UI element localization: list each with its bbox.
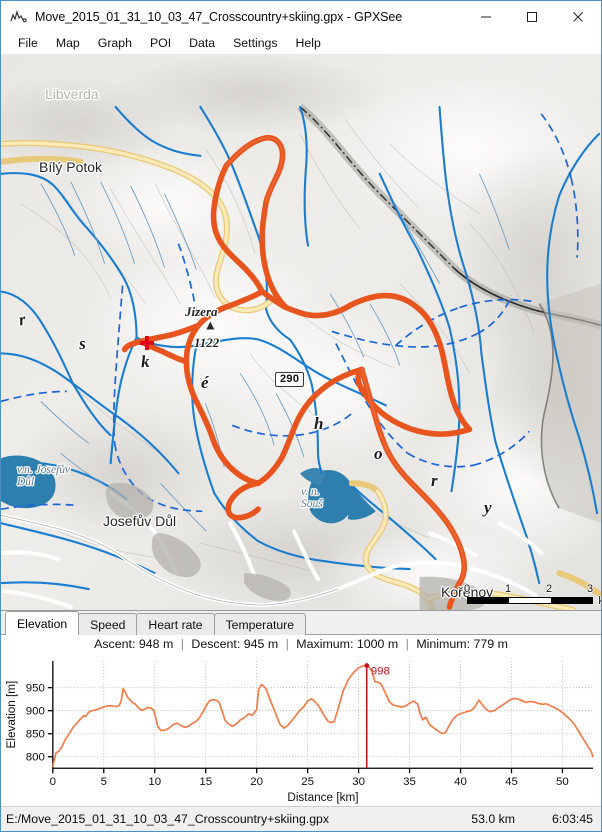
title-bar: Move_2015_01_31_10_03_47_Crosscountry+sk…	[1, 1, 601, 32]
svg-text:998: 998	[371, 666, 390, 678]
status-file-path: E:/Move_2015_01_31_10_03_47_Crosscountry…	[6, 812, 330, 826]
menu-item-file[interactable]: File	[9, 33, 47, 54]
graph-tabbar: Elevation Speed Heart rate Temperature	[1, 611, 601, 635]
menu-item-poi[interactable]: POI	[141, 33, 180, 54]
maximize-button[interactable]	[509, 1, 555, 32]
summary-separator-3: |	[405, 637, 409, 651]
svg-text:15: 15	[199, 776, 212, 788]
svg-text:45: 45	[505, 776, 518, 788]
summary-separator-2: |	[285, 637, 289, 651]
menu-bar: File Map Graph POI Data Settings Help	[1, 32, 601, 54]
svg-text:0: 0	[50, 776, 56, 788]
tab-temperature[interactable]: Temperature	[213, 613, 307, 635]
close-button[interactable]	[555, 1, 601, 32]
svg-text:900: 900	[26, 706, 45, 718]
graph-panel: Elevation Speed Heart rate Temperature A…	[1, 611, 601, 806]
svg-text:10: 10	[148, 776, 161, 788]
summary-separator-1: |	[180, 637, 184, 651]
svg-text:50: 50	[556, 776, 569, 788]
window-title: Move_2015_01_31_10_03_47_Crosscountry+sk…	[35, 9, 403, 24]
summary-ascent: Ascent: 948 m	[94, 637, 174, 651]
tab-elevation[interactable]: Elevation	[5, 611, 80, 635]
map-view[interactable]: Libverda Bílý Potok Jizera 1122 Josefův …	[1, 54, 601, 611]
status-distance: 53.0 km	[471, 812, 515, 826]
svg-text:25: 25	[301, 776, 314, 788]
svg-text:800: 800	[26, 752, 45, 764]
summary-minimum: Minimum: 779 m	[416, 637, 508, 651]
menu-item-data[interactable]: Data	[180, 33, 224, 54]
tab-speed[interactable]: Speed	[78, 613, 138, 635]
minimize-button[interactable]	[463, 1, 509, 32]
svg-text:850: 850	[26, 729, 45, 741]
gpxsee-track-icon	[9, 7, 29, 27]
tab-heart-rate[interactable]: Heart rate	[136, 613, 215, 635]
svg-text:950: 950	[26, 683, 45, 695]
menu-item-help[interactable]: Help	[287, 33, 330, 54]
elevation-plot[interactable]: 800 850 900 950 0 5 10 15 20 25 30 35 40 45 50 Distance…	[1, 655, 601, 806]
menu-item-graph[interactable]: Graph	[89, 33, 141, 54]
window-controls	[463, 1, 601, 32]
graph-area[interactable]: Ascent: 948 m | Descent: 945 m | Maximum…	[1, 635, 601, 806]
svg-text:35: 35	[403, 776, 416, 788]
svg-text:20: 20	[250, 776, 263, 788]
map-tiles	[1, 54, 601, 610]
svg-text:Elevation [m]: Elevation [m]	[5, 681, 18, 749]
svg-text:30: 30	[352, 776, 365, 788]
summary-descent: Descent: 945 m	[191, 637, 279, 651]
menu-item-settings[interactable]: Settings	[224, 33, 286, 54]
poi-marker-cross[interactable]	[140, 336, 154, 350]
status-bar: E:/Move_2015_01_31_10_03_47_Crosscountry…	[1, 806, 601, 831]
gpxsee-window: Move_2015_01_31_10_03_47_Crosscountry+sk…	[0, 0, 602, 832]
svg-text:5: 5	[101, 776, 107, 788]
summary-maximum: Maximum: 1000 m	[296, 637, 399, 651]
status-time: 6:03:45	[551, 812, 593, 826]
svg-text:40: 40	[454, 776, 467, 788]
svg-text:Distance [km]: Distance [km]	[287, 791, 358, 804]
graph-summary: Ascent: 948 m | Descent: 945 m | Maximum…	[1, 635, 601, 655]
menu-item-map[interactable]: Map	[47, 33, 89, 54]
road-shield-290: 290	[275, 372, 305, 387]
